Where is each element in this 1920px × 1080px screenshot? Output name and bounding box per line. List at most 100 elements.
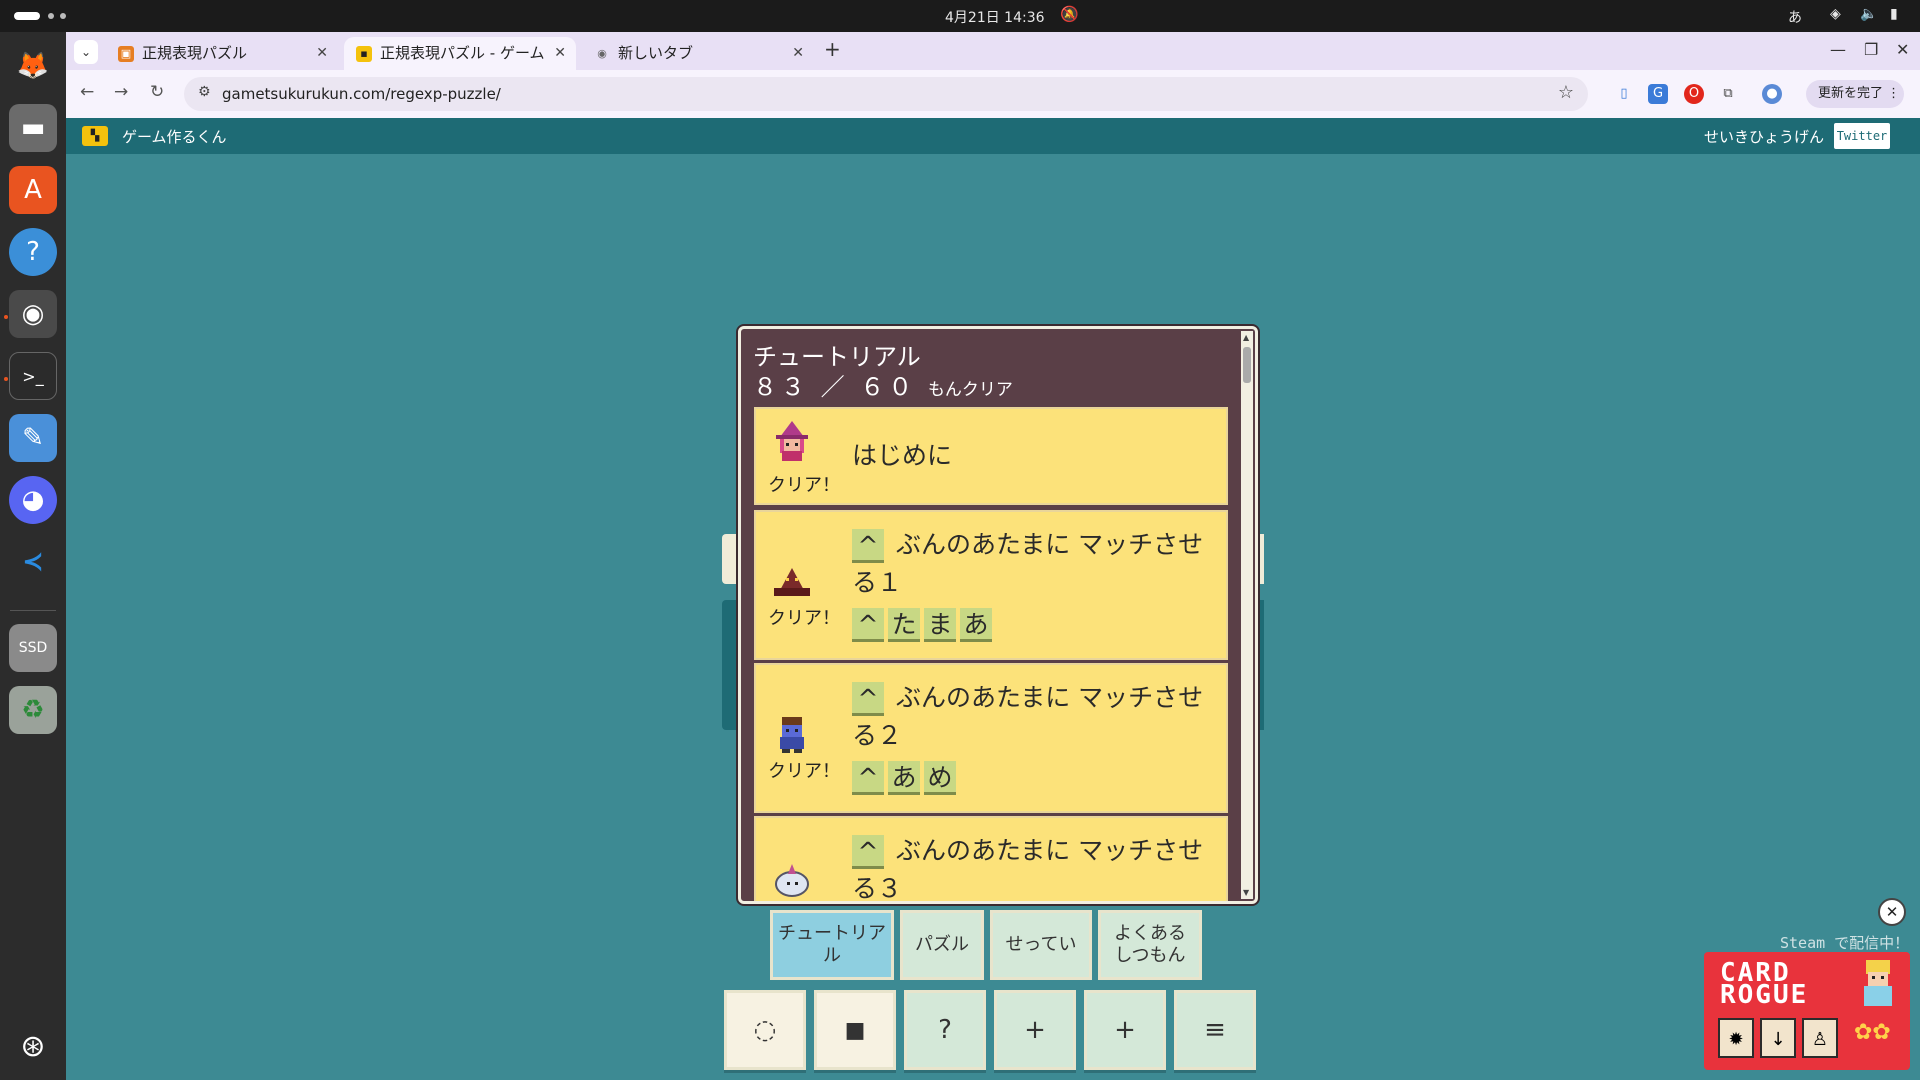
site-name[interactable]: ゲーム作るくん [122,126,227,147]
close-tab-icon[interactable]: ✕ [554,37,566,70]
forward-icon[interactable]: → [114,82,128,102]
update-label: 更新を完了 [1818,86,1884,101]
tab-faq[interactable]: よくある しつもん [1098,910,1202,980]
back-icon[interactable]: ← [80,82,94,102]
browser-tab[interactable]: ▣ 正規表現パズル ✕ [106,37,338,70]
restore-icon[interactable]: ❐ [1864,40,1878,59]
ssd-drive-icon[interactable]: SSD [9,624,57,672]
answer-chips: ^ あめ [852,761,960,795]
update-button[interactable]: 更新を完了 ⋮ [1806,80,1904,108]
ad-card-icon: ♙ [1802,1018,1838,1058]
dotted-circle-button[interactable]: ◌ [724,990,806,1070]
add-button[interactable]: + [994,990,1076,1070]
tab-settings[interactable]: せってい [990,910,1092,980]
terminal-icon[interactable]: >_ [9,352,57,400]
bookmark-star-icon[interactable]: ☆ [1558,82,1574,103]
tab-title: 正規表現パズル [142,44,248,62]
close-window-icon[interactable]: ✕ [1896,40,1909,59]
scrollbar[interactable]: ▲ ▼ [1241,331,1253,899]
browser-tab-strip: ⌄ ▣ 正規表現パズル ✕ ▪ 正規表現パズル - ゲーム ✕ ◉ 新しいタブ … [66,32,1920,70]
card-rogue-ad[interactable]: CARD ROGUE ✹ ↓ ♙ ✿✿ [1704,952,1910,1070]
scroll-thumb[interactable] [1243,347,1251,383]
address-bar[interactable]: ⚙ gametsukurukun.com/regexp-puzzle/ ☆ [184,77,1588,111]
volume-icon[interactable]: 🔈 [1860,6,1877,22]
site-logo[interactable]: ▚ [82,126,108,146]
stage-title-line: る３ [852,874,903,903]
ad-card-icon: ✹ [1718,1018,1754,1058]
progress-count: ８３ ／ ６０ [753,373,917,401]
hint-button[interactable]: ? [904,990,986,1070]
workspace-dot[interactable] [48,13,54,19]
trash-icon[interactable]: ♻ [9,686,57,734]
minimize-icon[interactable]: — [1830,40,1846,59]
opera-extension-icon[interactable]: O [1684,84,1704,104]
browser-tab[interactable]: ◉ 新しいタブ ✕ [582,37,814,70]
help-icon[interactable]: ? [9,228,57,276]
stage-card[interactable]: クリア！ はじめに [754,407,1228,505]
battery-icon[interactable]: ▮ [1890,6,1898,22]
workspace-indicator[interactable] [14,12,40,20]
tab-tutorial[interactable]: チュートリアル [770,910,894,980]
tab-title: 新しいタブ [618,44,694,62]
stage-card[interactable]: ^ ぶんのあたまに マッチさせ る３ [754,816,1228,903]
ad-caption: Steam で配信中！ [1780,934,1910,952]
lock-button[interactable]: ■ [814,990,896,1070]
running-indicator [4,377,8,381]
ad-close-button[interactable]: ✕ [1878,898,1906,926]
regex-chip: め [924,761,956,795]
extensions-puzzle-icon[interactable]: ⧉ [1718,84,1738,104]
plus-icon: + [1024,1015,1046,1045]
faq-label: よくある しつもん [1114,923,1186,967]
close-tab-icon[interactable]: ✕ [792,37,804,70]
workspace-dot[interactable] [60,13,66,19]
regex-chip: あ [888,761,920,795]
system-top-bar: 4月21日 14:36 🔕 あ ◈ 🔈 ▮ [0,0,1920,32]
ad-card-icon: ↓ [1760,1018,1796,1058]
dotted-circle-icon: ◌ [753,1015,777,1045]
scroll-down-icon[interactable]: ▼ [1243,888,1249,897]
tab-title: 正規表現パズル - ゲーム [380,44,545,62]
menu-button[interactable]: ≡ [1174,990,1256,1070]
files-icon[interactable]: ▬ [9,104,57,152]
stage-title: はじめに [852,441,953,470]
tab-puzzle[interactable]: パズル [900,910,984,980]
ad-logo: CARD ROGUE [1720,960,1808,1008]
coins-icon: ✿✿ [1854,1020,1891,1045]
app-center-icon[interactable]: A [9,166,57,214]
regex-chip: あ [960,608,992,642]
translate-icon[interactable]: G [1648,84,1668,104]
regex-chip: ま [924,608,956,642]
witch-character-icon [776,421,808,461]
new-tab-button[interactable]: + [824,37,841,61]
add-button[interactable]: + [1084,990,1166,1070]
ghost-character-icon [775,864,809,897]
notification-muted-icon: 🔕 [1060,5,1079,23]
discord-icon[interactable]: ◕ [9,476,57,524]
show-apps-icon[interactable]: ⊛ [9,1022,57,1070]
stage-title: ^ ぶんのあたまに マッチさせ る３ [852,832,1222,903]
input-method-indicator[interactable]: あ [1788,7,1802,27]
clear-status: クリア！ [768,761,840,782]
vscode-icon[interactable]: ≺ [9,538,57,586]
stage-card[interactable]: クリア！ ^ ぶんのあたまに マッチさせ る２ ^ あめ [754,663,1228,813]
browser-tab-active[interactable]: ▪ 正規表現パズル - ゲーム ✕ [344,37,576,70]
wifi-icon[interactable]: ◈ [1830,6,1841,22]
twitter-button[interactable]: Twitter [1834,123,1890,149]
reload-icon[interactable]: ↻ [150,82,164,102]
stage-card[interactable]: クリア！ ^ ぶんのあたまに マッチさせ る１ ^ たまあ [754,510,1228,660]
running-indicator [4,315,8,319]
firefox-icon[interactable]: 🦊 [9,42,57,90]
ad-character-icon [1864,960,1892,1006]
regex-chip: た [888,608,920,642]
extension-icon[interactable]: ▯ [1614,84,1634,104]
chrome-icon[interactable]: ◉ [9,290,57,338]
site-info-icon[interactable]: ⚙ [198,84,211,100]
scroll-up-icon[interactable]: ▲ [1243,333,1249,342]
text-editor-icon[interactable]: ✎ [9,414,57,462]
tab-search-button[interactable]: ⌄ [74,40,98,64]
clock[interactable]: 4月21日 14:36 [945,7,1045,27]
profile-avatar[interactable]: ● [1762,84,1782,104]
close-tab-icon[interactable]: ✕ [316,37,328,70]
site-section-link[interactable]: せいきひょうげん [1704,126,1824,147]
stage-title-line: ぶんのあたまに マッチさせ [895,683,1204,712]
